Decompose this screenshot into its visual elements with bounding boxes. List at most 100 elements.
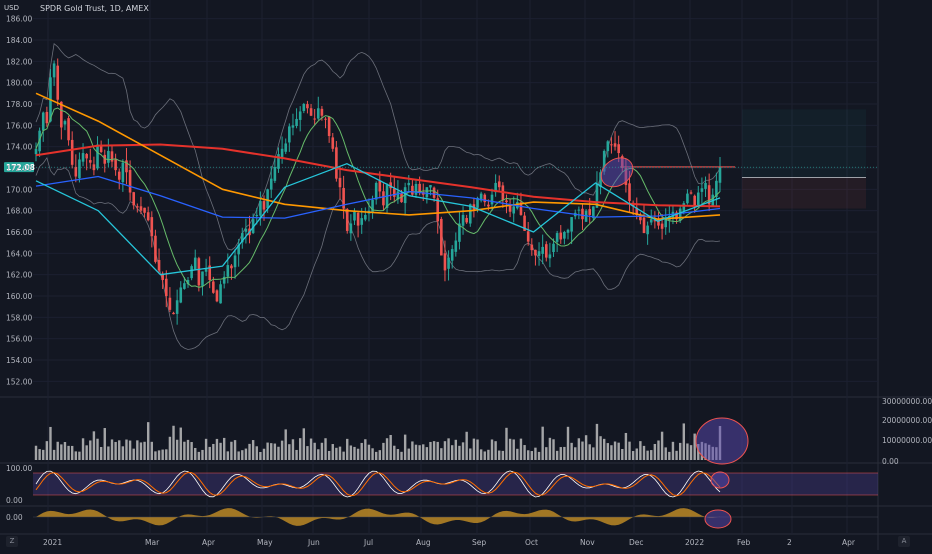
volume-bar <box>537 451 541 460</box>
volume-bar <box>653 443 657 460</box>
candle-body <box>461 214 465 226</box>
volume-bar <box>559 447 562 460</box>
volume-bar <box>400 451 403 460</box>
candle-body <box>255 214 259 217</box>
volume-bar <box>432 441 436 460</box>
candle-body <box>349 223 353 234</box>
volume-bar <box>393 445 396 460</box>
candle-body <box>154 235 157 262</box>
volume-bar <box>49 426 52 460</box>
volume-bar <box>295 449 298 460</box>
volume-bar <box>671 441 675 460</box>
candle-body <box>78 159 81 179</box>
volume-bar <box>241 450 244 460</box>
y-tick-label: 180.00 <box>6 79 32 88</box>
volume-bar <box>461 442 465 460</box>
volume-bar <box>646 450 649 460</box>
candle-body <box>392 188 396 197</box>
candle-body <box>324 118 327 120</box>
candle-body <box>544 244 548 258</box>
volume-bar <box>154 451 157 460</box>
candle-body <box>335 147 338 179</box>
volume-bar <box>165 449 168 460</box>
volume-bar <box>179 427 182 460</box>
candle-body <box>454 240 458 252</box>
candle-body <box>432 187 436 198</box>
candle-body <box>121 162 125 183</box>
x-tick-label: Jun <box>307 538 320 547</box>
y-tick-label: 152.00 <box>6 377 32 386</box>
volume-bar <box>530 451 534 460</box>
candle-body <box>541 246 544 254</box>
y-tick-label: 168.00 <box>6 207 32 216</box>
volume-bar <box>581 441 584 460</box>
volume-bar <box>534 447 537 460</box>
oscillator-pane <box>33 508 878 529</box>
candle-body <box>505 200 508 203</box>
candlesticks <box>34 58 722 325</box>
candle-body <box>588 209 592 215</box>
volume-bar <box>668 451 671 460</box>
candle-body <box>197 258 201 286</box>
stoch-tick-label: 0.00 <box>6 496 23 505</box>
volume-bar <box>342 451 345 460</box>
volume-bar <box>298 438 302 460</box>
candle-body <box>468 204 472 224</box>
candle-body <box>306 104 309 109</box>
x-tick-label: Apr <box>202 538 216 547</box>
volume-bar <box>595 423 599 460</box>
x-tick-label: 2021 <box>43 538 62 547</box>
candle-body <box>143 207 146 213</box>
price-chart[interactable]: 172.08 186.00 184.00 182.00 180.00 178.00 176… <box>0 0 932 550</box>
y-tick-label: 158.00 <box>6 313 32 322</box>
candle-body <box>327 116 331 136</box>
zoom-button[interactable]: Z <box>6 536 18 547</box>
volume-bar <box>552 439 555 460</box>
volume-bar <box>675 450 678 460</box>
volume-bar <box>422 444 425 460</box>
candle-body <box>183 283 186 289</box>
volume-bar <box>472 438 476 460</box>
candle-body <box>128 169 132 193</box>
volume-bar <box>584 435 588 460</box>
candle-body <box>353 211 356 221</box>
volume-bar <box>118 440 121 460</box>
candle-body <box>88 160 92 163</box>
volume-bar <box>85 445 88 460</box>
volume-bar <box>621 448 624 460</box>
volume-bar <box>74 451 78 460</box>
volume-bar <box>190 442 193 460</box>
y-tick-label: 166.00 <box>6 228 32 237</box>
candle-body <box>81 153 85 162</box>
volume-bar <box>642 445 646 460</box>
volume-bar <box>541 426 544 460</box>
stoch-highlight <box>710 471 730 489</box>
candle-body <box>179 287 183 303</box>
volume-bar <box>617 442 620 460</box>
candle-body <box>425 187 429 198</box>
auto-scale-button[interactable]: A <box>898 536 910 547</box>
volume-bar <box>121 446 125 460</box>
osc-highlight <box>704 509 732 529</box>
chart-stage: 172.08 186.00 184.00 182.00 180.00 178.00 176… <box>0 0 932 550</box>
candle-body <box>215 290 219 302</box>
volume-bar <box>396 449 400 460</box>
volume-bar <box>143 441 146 460</box>
y-tick-label: 176.00 <box>6 121 32 130</box>
volume-bar <box>577 438 581 460</box>
volume-bar <box>139 442 143 460</box>
candle-body <box>407 182 411 186</box>
volume-bar <box>602 438 606 460</box>
candle-body <box>338 177 342 188</box>
candle-body <box>45 111 49 124</box>
candle-body <box>606 141 610 152</box>
candle-body <box>117 171 121 180</box>
volume-bar <box>411 441 414 460</box>
candle-body <box>487 204 490 207</box>
candle-body <box>537 251 541 256</box>
volume-bar <box>512 439 515 460</box>
volume-bar <box>367 444 371 460</box>
candle-body <box>660 223 664 229</box>
candle-body <box>465 218 468 223</box>
volume-bar <box>107 446 110 460</box>
